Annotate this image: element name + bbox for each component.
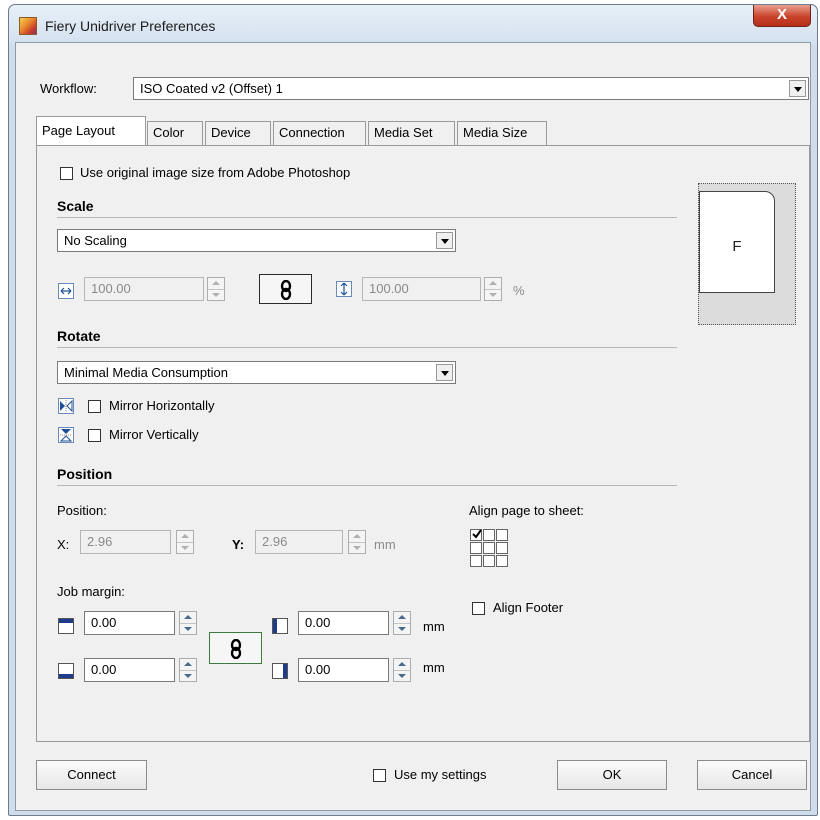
workflow-select-value: ISO Coated v2 (Offset) 1 [140,81,283,96]
chevron-down-icon[interactable] [436,364,453,381]
align-cell-middle-left[interactable] [470,542,482,554]
align-footer-checkbox[interactable] [472,602,485,615]
mirror-horizontal-icon [58,398,74,414]
title-bar[interactable]: Fiery Unidriver Preferences X [9,5,817,45]
workflow-select[interactable]: ISO Coated v2 (Offset) 1 [133,77,809,100]
position-x-spinner[interactable] [176,530,194,554]
job-margin-label: Job margin: [57,584,125,599]
rotate-divider [57,347,677,348]
align-cell-middle-center[interactable] [483,542,495,554]
page-preview: F [698,183,796,325]
align-cell-top-center[interactable] [483,529,495,541]
mirror-vertically-label: Mirror Vertically [109,427,199,442]
checkmark-icon [472,529,482,539]
position-y-input[interactable]: 2.96 [255,530,343,554]
scale-unit-label: % [513,283,525,298]
margin-left-spinner[interactable] [393,611,411,635]
margin-unit-label-2: mm [423,660,445,675]
chain-link-icon [230,638,241,660]
margin-bottom-spinner[interactable] [179,658,197,682]
margin-left-input[interactable]: 0.00 [298,611,389,635]
use-my-settings-label: Use my settings [394,767,487,782]
scaling-mode-value: No Scaling [64,233,127,248]
position-label: Position: [57,503,107,518]
tab-page-layout[interactable]: Page Layout [36,116,146,145]
margin-bottom-icon [58,663,74,679]
mirror-horizontally-label: Mirror Horizontally [109,398,215,413]
rotate-section-title: Rotate [57,328,101,344]
align-cell-bottom-right[interactable] [496,555,508,567]
scale-width-spinner[interactable] [207,277,225,301]
rotate-mode-value: Minimal Media Consumption [64,365,229,380]
tab-media-size[interactable]: Media Size [457,121,547,145]
position-y-spinner[interactable] [348,530,366,554]
position-divider [57,485,677,486]
cancel-button[interactable]: Cancel [697,760,807,790]
preview-page-sheet: F [699,191,775,293]
scale-height-input[interactable]: 100.00 [362,277,481,301]
margin-link-toggle[interactable] [209,632,262,664]
rotate-mode-select[interactable]: Minimal Media Consumption [57,361,456,384]
tab-color[interactable]: Color [147,121,203,145]
margin-right-spinner[interactable] [393,658,411,682]
tab-device[interactable]: Device [205,121,271,145]
chevron-down-icon[interactable] [436,232,453,249]
scale-section-title: Scale [57,198,94,214]
align-cell-top-right[interactable] [496,529,508,541]
scale-divider [57,217,677,218]
margin-left-icon [272,618,288,634]
use-original-size-checkbox[interactable] [60,167,73,180]
position-unit-label: mm [374,537,396,552]
scale-link-toggle[interactable] [259,274,312,304]
mirror-vertical-icon [58,427,74,443]
chevron-down-icon[interactable] [789,80,806,97]
use-original-size-label: Use original image size from Adobe Photo… [80,165,351,180]
align-cell-middle-right[interactable] [496,542,508,554]
width-arrows-icon [58,283,74,299]
tab-media-set[interactable]: Media Set [368,121,455,145]
scaling-mode-select[interactable]: No Scaling [57,229,456,252]
margin-right-input[interactable]: 0.00 [298,658,389,682]
ok-button[interactable]: OK [557,760,667,790]
margin-bottom-input[interactable]: 0.00 [84,658,175,682]
position-x-input[interactable]: 2.96 [80,530,171,554]
scale-height-spinner[interactable] [484,277,502,301]
scale-width-input[interactable]: 100.00 [84,277,204,301]
chain-link-icon [280,279,291,301]
mirror-horizontally-checkbox[interactable] [88,400,101,413]
height-arrows-icon [336,281,352,297]
align-page-label: Align page to sheet: [469,503,584,518]
connect-button[interactable]: Connect [36,760,147,790]
close-button[interactable]: X [753,5,811,27]
margin-top-input[interactable]: 0.00 [84,611,175,635]
align-cell-bottom-center[interactable] [483,555,495,567]
use-my-settings-checkbox[interactable] [373,769,386,782]
position-section-title: Position [57,466,113,482]
position-x-label: X: [57,537,70,552]
margin-top-icon [58,618,74,634]
tab-connection[interactable]: Connection [273,121,366,145]
mirror-vertically-checkbox[interactable] [88,429,101,442]
position-y-label: Y: [232,537,245,552]
workflow-label: Workflow: [40,81,97,96]
align-cell-bottom-left[interactable] [470,555,482,567]
margin-unit-label-1: mm [423,619,445,634]
margin-right-icon [272,663,288,679]
margin-top-spinner[interactable] [179,611,197,635]
fiery-app-icon [19,17,37,35]
align-footer-label: Align Footer [493,600,564,615]
window-title: Fiery Unidriver Preferences [45,18,216,34]
